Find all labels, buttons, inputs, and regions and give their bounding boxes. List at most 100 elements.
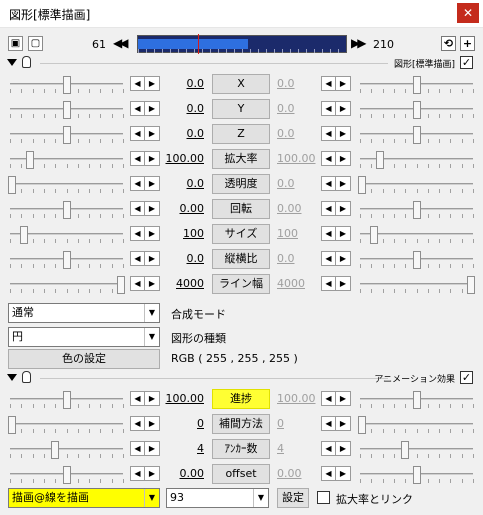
- prev-frame-button[interactable]: ◀◀: [113, 36, 129, 50]
- param-label-button[interactable]: Y: [212, 99, 270, 119]
- arrow-right-icon[interactable]: ▶: [336, 467, 350, 480]
- start-value[interactable]: 0.00: [164, 202, 205, 215]
- slider-thumb[interactable]: [358, 176, 367, 194]
- link-scale-checkbox[interactable]: [317, 491, 330, 504]
- slider-thumb[interactable]: [62, 201, 71, 219]
- end-slider[interactable]: [360, 391, 474, 409]
- start-stepper[interactable]: ◀ ▶: [130, 201, 160, 216]
- start-slider[interactable]: [8, 176, 124, 194]
- start-stepper[interactable]: ◀ ▶: [130, 391, 160, 406]
- param-label-button[interactable]: Z: [212, 124, 270, 144]
- start-value[interactable]: 0.0: [164, 252, 205, 265]
- start-stepper[interactable]: ◀ ▶: [130, 151, 160, 166]
- slider-thumb[interactable]: [51, 441, 60, 459]
- slider-thumb[interactable]: [62, 391, 71, 409]
- arrow-right-icon[interactable]: ▶: [145, 102, 159, 115]
- slider-thumb[interactable]: [466, 276, 475, 294]
- figure-enable-checkbox[interactable]: ✓: [460, 56, 473, 69]
- slider-thumb[interactable]: [62, 126, 71, 144]
- arrow-left-icon[interactable]: ◀: [322, 202, 336, 215]
- arrow-left-icon[interactable]: ◀: [322, 227, 336, 240]
- end-stepper[interactable]: ◀ ▶: [321, 126, 351, 141]
- end-stepper[interactable]: ◀ ▶: [321, 176, 351, 191]
- arrow-left-icon[interactable]: ◀: [131, 442, 145, 455]
- end-slider[interactable]: [360, 201, 474, 219]
- add-button[interactable]: +: [460, 36, 475, 51]
- start-value[interactable]: 100.00: [164, 392, 205, 405]
- param-label-button[interactable]: ｱﾝｶｰ数: [212, 439, 270, 459]
- arrow-left-icon[interactable]: ◀: [131, 392, 145, 405]
- end-stepper[interactable]: ◀ ▶: [321, 76, 351, 91]
- animation-enable-checkbox[interactable]: ✓: [460, 371, 473, 384]
- start-stepper[interactable]: ◀ ▶: [130, 466, 160, 481]
- shape-type-select[interactable]: 円 ▼: [8, 327, 160, 347]
- end-slider[interactable]: [360, 126, 474, 144]
- start-slider[interactable]: [10, 201, 124, 219]
- start-value[interactable]: 100: [164, 227, 204, 240]
- slider-thumb[interactable]: [26, 151, 35, 169]
- start-slider[interactable]: [10, 76, 124, 94]
- end-stepper[interactable]: ◀ ▶: [321, 151, 351, 166]
- end-value[interactable]: 0.0: [277, 252, 317, 265]
- arrow-left-icon[interactable]: ◀: [322, 77, 336, 90]
- slider-thumb[interactable]: [358, 416, 367, 434]
- slider-thumb[interactable]: [412, 126, 421, 144]
- arrow-left-icon[interactable]: ◀: [322, 467, 336, 480]
- arrow-left-icon[interactable]: ◀: [322, 442, 336, 455]
- end-value[interactable]: 0.0: [277, 127, 317, 140]
- start-slider[interactable]: [10, 391, 124, 409]
- param-label-button[interactable]: サイズ: [212, 224, 270, 244]
- color-settings-button[interactable]: 色の設定: [8, 349, 160, 369]
- slider-thumb[interactable]: [62, 466, 71, 484]
- arrow-right-icon[interactable]: ▶: [145, 127, 159, 140]
- param-label-button[interactable]: 縦横比: [212, 249, 270, 269]
- start-slider[interactable]: [10, 101, 124, 119]
- next-frame-button[interactable]: ▶▶: [351, 36, 367, 50]
- camera-icon[interactable]: ▣: [8, 36, 23, 51]
- start-slider[interactable]: [10, 226, 124, 244]
- arrow-left-icon[interactable]: ◀: [131, 152, 145, 165]
- arrow-left-icon[interactable]: ◀: [322, 127, 336, 140]
- arrow-right-icon[interactable]: ▶: [336, 277, 350, 290]
- slider-thumb[interactable]: [369, 226, 378, 244]
- collapse-triangle-icon[interactable]: [7, 59, 17, 66]
- end-stepper[interactable]: ◀ ▶: [321, 391, 351, 406]
- end-stepper[interactable]: ◀ ▶: [321, 416, 351, 431]
- arrow-left-icon[interactable]: ◀: [322, 152, 336, 165]
- arrow-left-icon[interactable]: ◀: [131, 227, 145, 240]
- start-slider[interactable]: [10, 441, 124, 459]
- arrow-right-icon[interactable]: ▶: [145, 252, 159, 265]
- slider-thumb[interactable]: [376, 151, 385, 169]
- arrow-left-icon[interactable]: ◀: [322, 417, 336, 430]
- arrow-right-icon[interactable]: ▶: [336, 202, 350, 215]
- end-value[interactable]: 0.0: [277, 77, 317, 90]
- start-slider[interactable]: [10, 466, 124, 484]
- arrow-right-icon[interactable]: ▶: [145, 277, 159, 290]
- start-value[interactable]: 0.0: [164, 77, 205, 90]
- arrow-right-icon[interactable]: ▶: [145, 77, 159, 90]
- start-slider[interactable]: [8, 416, 124, 434]
- end-slider[interactable]: [360, 441, 474, 459]
- arrow-left-icon[interactable]: ◀: [131, 77, 145, 90]
- arrow-right-icon[interactable]: ▶: [336, 392, 350, 405]
- end-slider[interactable]: [360, 76, 474, 94]
- arrow-left-icon[interactable]: ◀: [131, 177, 145, 190]
- end-slider[interactable]: [360, 101, 474, 119]
- start-stepper[interactable]: ◀ ▶: [130, 416, 160, 431]
- end-slider[interactable]: [360, 276, 475, 294]
- number-select[interactable]: 93 ▼: [166, 488, 269, 508]
- start-value[interactable]: 100.00: [164, 152, 205, 165]
- arrow-right-icon[interactable]: ▶: [336, 417, 350, 430]
- arrow-left-icon[interactable]: ◀: [131, 252, 145, 265]
- image-icon[interactable]: ▢: [28, 36, 43, 51]
- arrow-left-icon[interactable]: ◀: [131, 467, 145, 480]
- start-slider[interactable]: [10, 151, 124, 169]
- end-slider[interactable]: [360, 251, 474, 269]
- start-value[interactable]: 0.0: [164, 127, 205, 140]
- end-value[interactable]: 4: [277, 442, 317, 455]
- arrow-right-icon[interactable]: ▶: [145, 152, 159, 165]
- arrow-left-icon[interactable]: ◀: [131, 277, 145, 290]
- start-stepper[interactable]: ◀ ▶: [130, 101, 160, 116]
- end-value[interactable]: 100.00: [277, 152, 317, 165]
- slider-thumb[interactable]: [412, 201, 421, 219]
